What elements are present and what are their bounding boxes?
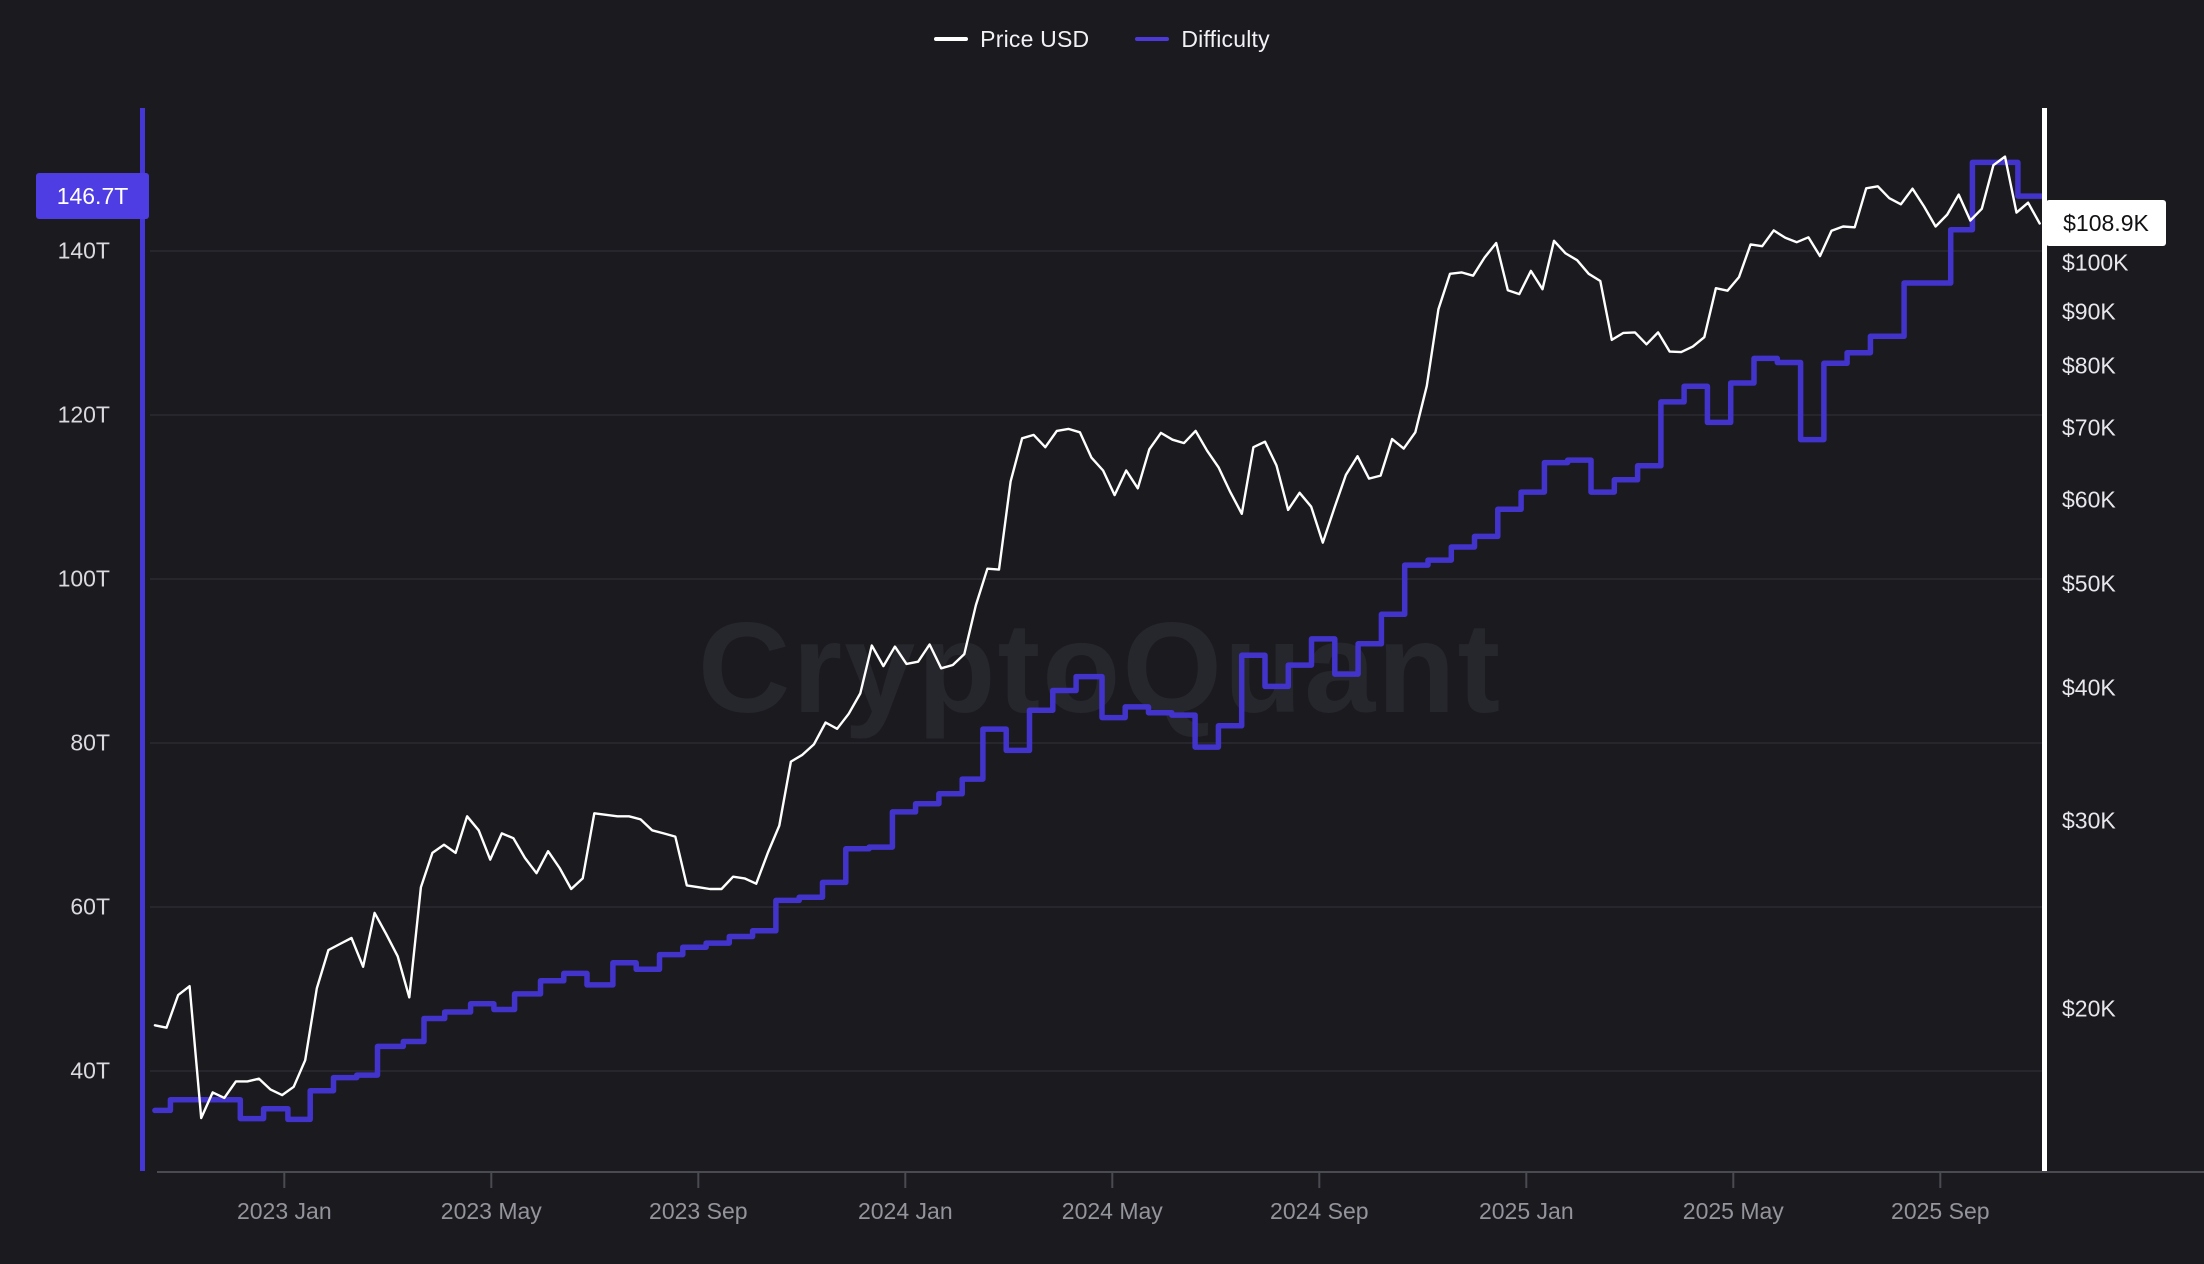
y-left-tick-label: 120T [0,402,110,429]
x-tick-label: 2023 Sep [588,1198,808,1225]
y-right-tick-label: $100K [2062,250,2129,277]
x-tick-label: 2025 Sep [1830,1198,2050,1225]
x-tick-label: 2024 Jan [795,1198,1015,1225]
legend-item-price[interactable]: Price USD [934,26,1089,53]
legend-label-price: Price USD [980,26,1089,53]
x-tick-label: 2023 May [381,1198,601,1225]
y-right-tick-label: $60K [2062,486,2116,513]
price-legend-dash-icon [934,37,968,41]
y-left-tick-label: 40T [0,1058,110,1085]
y-right-tick-label: $50K [2062,571,2116,598]
y-right-tick-label: $70K [2062,415,2116,442]
x-tick-label: 2023 Jan [174,1198,394,1225]
difficulty-current-value-badge: 146.7T [36,173,149,219]
chart-svg[interactable]: CryptoQuant [0,0,2204,1264]
legend-item-difficulty[interactable]: Difficulty [1135,26,1270,53]
legend-label-difficulty: Difficulty [1181,26,1270,53]
y-left-tick-label: 140T [0,238,110,265]
price-current-value-badge: $108.9K [2046,200,2166,246]
x-tick-label: 2024 Sep [1209,1198,1429,1225]
x-tick-label: 2025 May [1623,1198,1843,1225]
chart-root: CryptoQuant Price USD Difficulty 146.7T … [0,0,2204,1264]
y-right-tick-label: $90K [2062,298,2116,325]
difficulty-legend-dash-icon [1135,37,1169,41]
x-tick-label: 2025 Jan [1416,1198,1636,1225]
chart-legend: Price USD Difficulty [0,24,2204,54]
y-left-tick-label: 60T [0,894,110,921]
y-right-tick-label: $40K [2062,674,2116,701]
y-right-tick-label: $20K [2062,995,2116,1022]
y-left-tick-label: 100T [0,566,110,593]
x-tick-label: 2024 May [1002,1198,1222,1225]
y-left-tick-label: 80T [0,730,110,757]
y-right-tick-label: $80K [2062,353,2116,380]
y-right-tick-label: $30K [2062,807,2116,834]
